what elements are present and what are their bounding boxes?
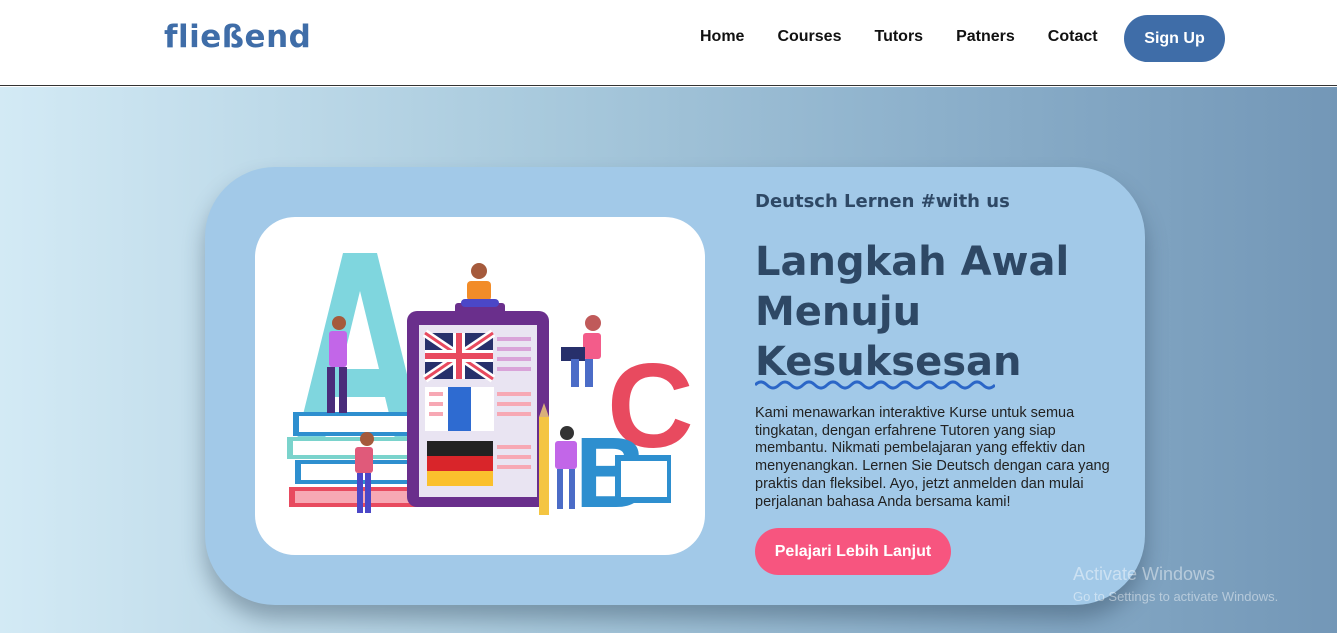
- windows-watermark-title: Activate Windows: [1073, 564, 1216, 584]
- nav-link-partners[interactable]: Patners: [956, 28, 1015, 46]
- nav-links: Home Courses Tutors Patners Cotact: [700, 28, 1131, 46]
- hero-illustration: C B: [255, 217, 705, 555]
- headline-line-2: Menuju: [755, 289, 922, 335]
- hero-description: Kami menawarkan interaktive Kurse untuk …: [755, 405, 1110, 510]
- hero-card: C B Deutsch Lernen #with us Langkah Awal…: [205, 167, 1145, 605]
- nav-link-courses[interactable]: Courses: [777, 28, 841, 46]
- squiggle-underline: [755, 380, 995, 390]
- nav-link-home[interactable]: Home: [700, 28, 744, 46]
- nav-link-tutors[interactable]: Tutors: [874, 28, 923, 46]
- nav-link-contact[interactable]: Cotact: [1048, 28, 1098, 46]
- learn-more-button[interactable]: Pelajari Lebih Lanjut: [755, 528, 951, 575]
- hero-tagline: Deutsch Lernen #with us: [755, 191, 1010, 212]
- headline-line-1: Langkah Awal: [755, 239, 1070, 285]
- navbar: fließend Home Courses Tutors Patners Cot…: [0, 0, 1337, 86]
- language-learning-illustration: C B: [287, 253, 694, 529]
- windows-watermark-subtitle: Go to Settings to activate Windows.: [1073, 589, 1279, 604]
- signup-button[interactable]: Sign Up: [1124, 15, 1225, 62]
- brand-logo[interactable]: fließend: [164, 19, 311, 55]
- hero-headline: Langkah Awal Menuju Kesuksesan: [755, 237, 1085, 387]
- hero-section: C B Deutsch Lernen #with us Langkah Awal…: [0, 87, 1337, 633]
